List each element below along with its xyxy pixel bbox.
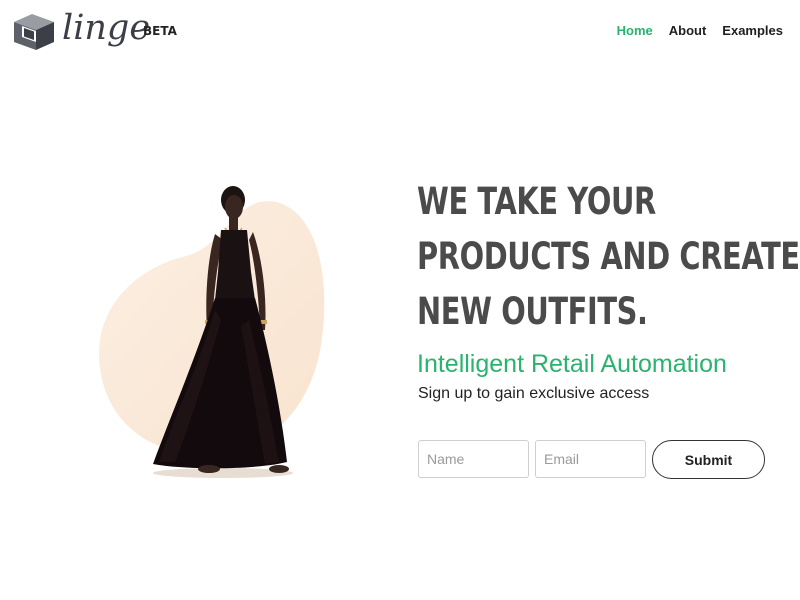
brand-wordmark[interactable]: linge (62, 6, 150, 50)
nav-examples-link[interactable]: Examples (722, 23, 783, 39)
model-photo (153, 186, 293, 478)
hero-subtagline: Sign up to gain exclusive access (418, 385, 650, 402)
nav-home-link[interactable]: Home (617, 23, 653, 39)
hero-headline-line: products and create (417, 235, 800, 278)
hero-headline: We take your products and create new out… (417, 174, 800, 339)
nav-about-link[interactable]: About (669, 23, 707, 39)
beta-badge: BETA (143, 24, 177, 38)
submit-button[interactable]: Submit (652, 440, 765, 479)
hero-headline-line: new outfits. (417, 290, 648, 333)
logo-icon[interactable] (12, 12, 56, 52)
landing-page: linge BETA Home About Examples WE TAKE Y… (0, 0, 800, 600)
main-nav: Home About Examples (617, 23, 783, 39)
email-input[interactable] (535, 440, 646, 478)
name-input[interactable] (418, 440, 529, 478)
hero-headline-line: We take your (417, 180, 656, 223)
hero-tagline: Intelligent Retail Automation (417, 350, 727, 378)
